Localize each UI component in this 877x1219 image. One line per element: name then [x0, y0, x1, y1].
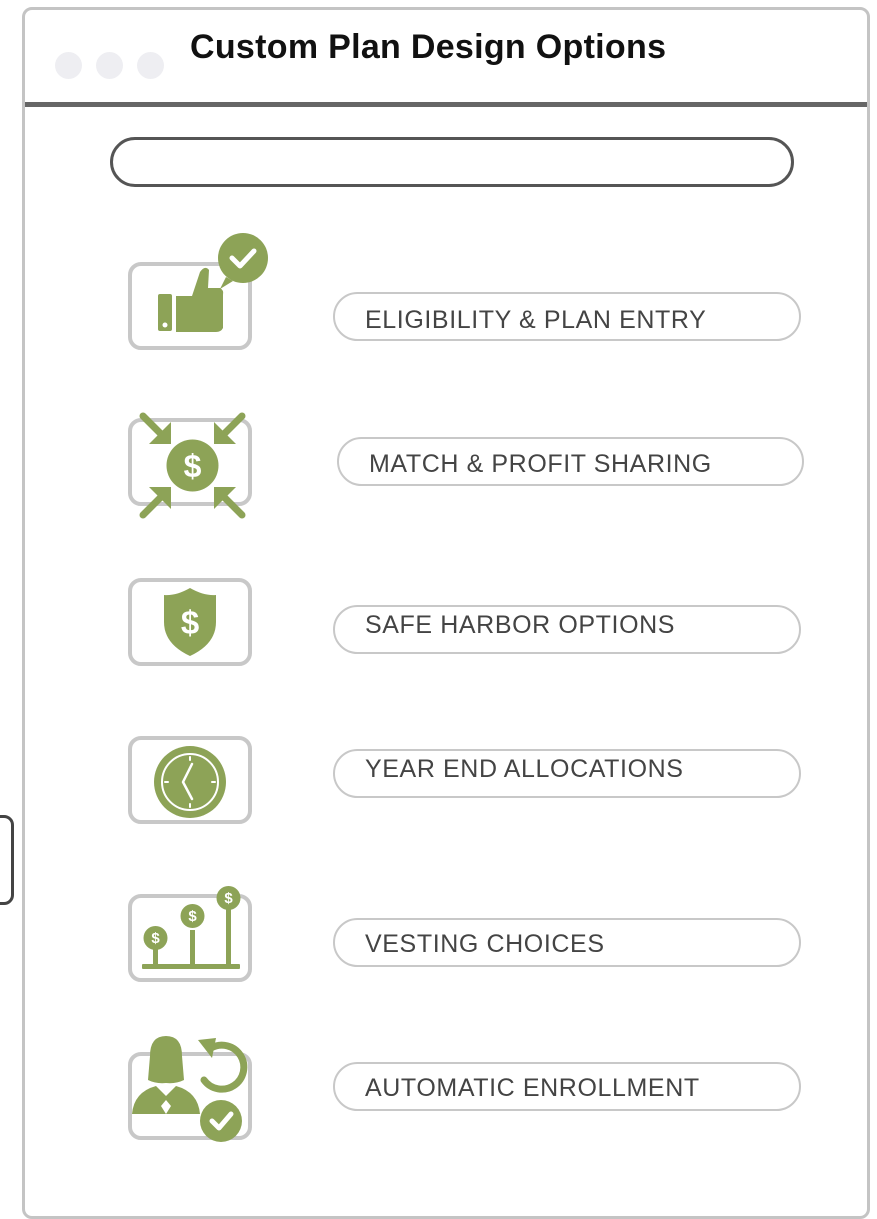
option-safe-harbor[interactable]: SAFE HARBOR OPTIONS — [333, 605, 801, 654]
window-dot-1[interactable] — [55, 52, 82, 79]
window-dot-3[interactable] — [137, 52, 164, 79]
person-refresh-check-icon — [132, 1036, 248, 1142]
thumbs-up-check-icon — [158, 233, 268, 332]
option-eligibility[interactable]: ELIGIBILITY & PLAN ENTRY — [333, 292, 801, 341]
option-automatic-enrollment-label: AUTOMATIC ENROLLMENT — [365, 1074, 700, 1102]
side-tab[interactable] — [0, 815, 14, 905]
title-bar: Custom Plan Design Options — [25, 10, 867, 107]
dollar-arrows-icon: $ — [139, 412, 246, 519]
dollar-growth-icon: $ $ $ — [142, 886, 241, 969]
option-vesting-label: VESTING CHOICES — [365, 930, 605, 958]
page-title: Custom Plan Design Options — [190, 28, 667, 66]
option-match[interactable]: MATCH & PROFIT SHARING — [337, 437, 804, 486]
svg-text:$: $ — [181, 604, 199, 641]
svg-text:$: $ — [151, 930, 160, 947]
option-vesting[interactable]: VESTING CHOICES — [333, 918, 801, 967]
option-eligibility-label: ELIGIBILITY & PLAN ENTRY — [365, 306, 707, 334]
svg-text:$: $ — [184, 448, 202, 484]
option-automatic-enrollment[interactable]: AUTOMATIC ENROLLMENT — [333, 1062, 801, 1111]
window-dot-2[interactable] — [96, 52, 123, 79]
svg-text:$: $ — [188, 908, 197, 925]
option-year-end-label: YEAR END ALLOCATIONS — [365, 755, 684, 783]
search-bar[interactable] — [110, 137, 794, 187]
dollar-shield-icon: $ — [164, 588, 216, 656]
svg-text:$: $ — [224, 890, 233, 907]
option-safe-harbor-label: SAFE HARBOR OPTIONS — [365, 611, 676, 639]
window-controls — [55, 52, 164, 79]
option-year-end[interactable]: YEAR END ALLOCATIONS — [333, 749, 801, 798]
clock-icon — [154, 746, 226, 818]
option-match-label: MATCH & PROFIT SHARING — [369, 450, 712, 478]
